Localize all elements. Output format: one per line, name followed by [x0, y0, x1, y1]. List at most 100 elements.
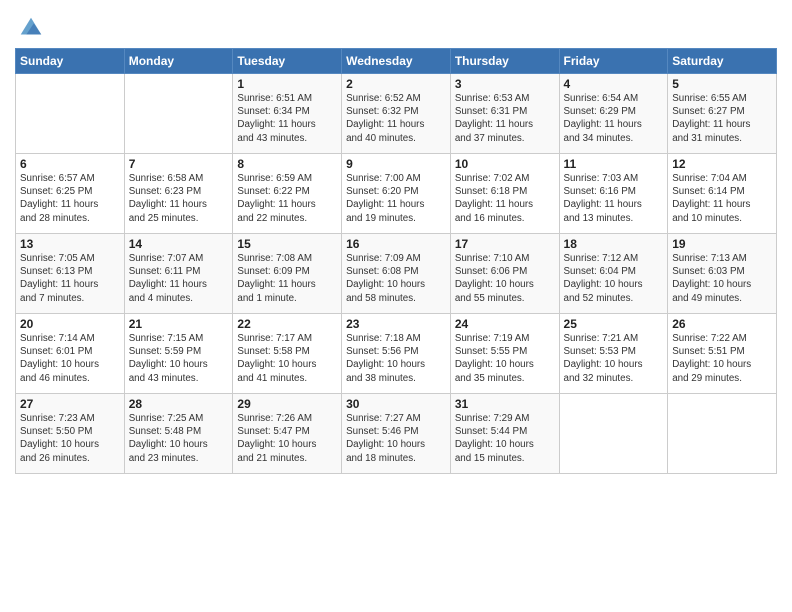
calendar-cell	[559, 394, 668, 474]
calendar-cell: 27Sunrise: 7:23 AM Sunset: 5:50 PM Dayli…	[16, 394, 125, 474]
calendar-cell: 23Sunrise: 7:18 AM Sunset: 5:56 PM Dayli…	[342, 314, 451, 394]
day-info: Sunrise: 7:23 AM Sunset: 5:50 PM Dayligh…	[20, 412, 120, 465]
calendar-cell: 16Sunrise: 7:09 AM Sunset: 6:08 PM Dayli…	[342, 234, 451, 314]
day-number: 20	[20, 317, 120, 331]
calendar-cell: 20Sunrise: 7:14 AM Sunset: 6:01 PM Dayli…	[16, 314, 125, 394]
calendar-week-row: 27Sunrise: 7:23 AM Sunset: 5:50 PM Dayli…	[16, 394, 777, 474]
day-info: Sunrise: 7:22 AM Sunset: 5:51 PM Dayligh…	[672, 332, 772, 385]
calendar-cell: 18Sunrise: 7:12 AM Sunset: 6:04 PM Dayli…	[559, 234, 668, 314]
day-number: 10	[455, 157, 555, 171]
day-number: 30	[346, 397, 446, 411]
day-info: Sunrise: 7:14 AM Sunset: 6:01 PM Dayligh…	[20, 332, 120, 385]
header-area	[15, 10, 777, 42]
calendar-cell	[124, 74, 233, 154]
day-info: Sunrise: 7:04 AM Sunset: 6:14 PM Dayligh…	[672, 172, 772, 225]
calendar-table: SundayMondayTuesdayWednesdayThursdayFrid…	[15, 48, 777, 474]
header-day: Sunday	[16, 49, 125, 74]
day-info: Sunrise: 7:25 AM Sunset: 5:48 PM Dayligh…	[129, 412, 229, 465]
calendar-cell: 5Sunrise: 6:55 AM Sunset: 6:27 PM Daylig…	[668, 74, 777, 154]
day-info: Sunrise: 7:00 AM Sunset: 6:20 PM Dayligh…	[346, 172, 446, 225]
day-info: Sunrise: 6:52 AM Sunset: 6:32 PM Dayligh…	[346, 92, 446, 145]
day-number: 14	[129, 237, 229, 251]
day-number: 16	[346, 237, 446, 251]
calendar-cell: 31Sunrise: 7:29 AM Sunset: 5:44 PM Dayli…	[450, 394, 559, 474]
day-number: 19	[672, 237, 772, 251]
header-day: Wednesday	[342, 49, 451, 74]
header-day: Tuesday	[233, 49, 342, 74]
calendar-cell: 6Sunrise: 6:57 AM Sunset: 6:25 PM Daylig…	[16, 154, 125, 234]
day-number: 11	[564, 157, 664, 171]
day-number: 5	[672, 77, 772, 91]
day-number: 23	[346, 317, 446, 331]
calendar-cell: 15Sunrise: 7:08 AM Sunset: 6:09 PM Dayli…	[233, 234, 342, 314]
calendar-cell: 12Sunrise: 7:04 AM Sunset: 6:14 PM Dayli…	[668, 154, 777, 234]
day-number: 7	[129, 157, 229, 171]
day-info: Sunrise: 6:58 AM Sunset: 6:23 PM Dayligh…	[129, 172, 229, 225]
calendar-cell: 13Sunrise: 7:05 AM Sunset: 6:13 PM Dayli…	[16, 234, 125, 314]
day-number: 12	[672, 157, 772, 171]
day-info: Sunrise: 7:29 AM Sunset: 5:44 PM Dayligh…	[455, 412, 555, 465]
calendar-cell: 22Sunrise: 7:17 AM Sunset: 5:58 PM Dayli…	[233, 314, 342, 394]
day-info: Sunrise: 6:51 AM Sunset: 6:34 PM Dayligh…	[237, 92, 337, 145]
day-info: Sunrise: 6:57 AM Sunset: 6:25 PM Dayligh…	[20, 172, 120, 225]
day-number: 4	[564, 77, 664, 91]
day-info: Sunrise: 7:27 AM Sunset: 5:46 PM Dayligh…	[346, 412, 446, 465]
header-day: Thursday	[450, 49, 559, 74]
day-number: 1	[237, 77, 337, 91]
day-info: Sunrise: 7:13 AM Sunset: 6:03 PM Dayligh…	[672, 252, 772, 305]
day-info: Sunrise: 7:21 AM Sunset: 5:53 PM Dayligh…	[564, 332, 664, 385]
calendar-week-row: 1Sunrise: 6:51 AM Sunset: 6:34 PM Daylig…	[16, 74, 777, 154]
day-number: 31	[455, 397, 555, 411]
day-number: 3	[455, 77, 555, 91]
calendar-week-row: 6Sunrise: 6:57 AM Sunset: 6:25 PM Daylig…	[16, 154, 777, 234]
calendar-cell: 19Sunrise: 7:13 AM Sunset: 6:03 PM Dayli…	[668, 234, 777, 314]
calendar-cell: 10Sunrise: 7:02 AM Sunset: 6:18 PM Dayli…	[450, 154, 559, 234]
calendar-cell: 21Sunrise: 7:15 AM Sunset: 5:59 PM Dayli…	[124, 314, 233, 394]
day-number: 22	[237, 317, 337, 331]
day-info: Sunrise: 7:09 AM Sunset: 6:08 PM Dayligh…	[346, 252, 446, 305]
day-number: 13	[20, 237, 120, 251]
day-number: 18	[564, 237, 664, 251]
day-info: Sunrise: 6:54 AM Sunset: 6:29 PM Dayligh…	[564, 92, 664, 145]
day-number: 28	[129, 397, 229, 411]
calendar-cell: 24Sunrise: 7:19 AM Sunset: 5:55 PM Dayli…	[450, 314, 559, 394]
day-info: Sunrise: 7:02 AM Sunset: 6:18 PM Dayligh…	[455, 172, 555, 225]
calendar-cell: 30Sunrise: 7:27 AM Sunset: 5:46 PM Dayli…	[342, 394, 451, 474]
calendar-cell: 17Sunrise: 7:10 AM Sunset: 6:06 PM Dayli…	[450, 234, 559, 314]
header-day: Monday	[124, 49, 233, 74]
calendar-cell: 9Sunrise: 7:00 AM Sunset: 6:20 PM Daylig…	[342, 154, 451, 234]
day-number: 27	[20, 397, 120, 411]
day-info: Sunrise: 6:55 AM Sunset: 6:27 PM Dayligh…	[672, 92, 772, 145]
day-number: 24	[455, 317, 555, 331]
day-number: 9	[346, 157, 446, 171]
calendar-cell: 14Sunrise: 7:07 AM Sunset: 6:11 PM Dayli…	[124, 234, 233, 314]
day-info: Sunrise: 7:12 AM Sunset: 6:04 PM Dayligh…	[564, 252, 664, 305]
calendar-cell: 29Sunrise: 7:26 AM Sunset: 5:47 PM Dayli…	[233, 394, 342, 474]
day-number: 2	[346, 77, 446, 91]
header-row: SundayMondayTuesdayWednesdayThursdayFrid…	[16, 49, 777, 74]
header-day: Saturday	[668, 49, 777, 74]
calendar-cell: 26Sunrise: 7:22 AM Sunset: 5:51 PM Dayli…	[668, 314, 777, 394]
calendar-cell	[668, 394, 777, 474]
day-number: 21	[129, 317, 229, 331]
page: SundayMondayTuesdayWednesdayThursdayFrid…	[0, 0, 792, 484]
day-info: Sunrise: 7:17 AM Sunset: 5:58 PM Dayligh…	[237, 332, 337, 385]
header-day: Friday	[559, 49, 668, 74]
calendar-cell: 7Sunrise: 6:58 AM Sunset: 6:23 PM Daylig…	[124, 154, 233, 234]
day-number: 29	[237, 397, 337, 411]
calendar-cell: 28Sunrise: 7:25 AM Sunset: 5:48 PM Dayli…	[124, 394, 233, 474]
calendar-week-row: 13Sunrise: 7:05 AM Sunset: 6:13 PM Dayli…	[16, 234, 777, 314]
day-info: Sunrise: 7:03 AM Sunset: 6:16 PM Dayligh…	[564, 172, 664, 225]
day-number: 6	[20, 157, 120, 171]
calendar-cell: 4Sunrise: 6:54 AM Sunset: 6:29 PM Daylig…	[559, 74, 668, 154]
day-info: Sunrise: 6:53 AM Sunset: 6:31 PM Dayligh…	[455, 92, 555, 145]
day-info: Sunrise: 7:05 AM Sunset: 6:13 PM Dayligh…	[20, 252, 120, 305]
logo	[15, 14, 45, 42]
calendar-cell: 3Sunrise: 6:53 AM Sunset: 6:31 PM Daylig…	[450, 74, 559, 154]
calendar-cell: 25Sunrise: 7:21 AM Sunset: 5:53 PM Dayli…	[559, 314, 668, 394]
day-info: Sunrise: 7:19 AM Sunset: 5:55 PM Dayligh…	[455, 332, 555, 385]
day-number: 8	[237, 157, 337, 171]
day-info: Sunrise: 6:59 AM Sunset: 6:22 PM Dayligh…	[237, 172, 337, 225]
logo-icon	[17, 14, 45, 42]
day-info: Sunrise: 7:15 AM Sunset: 5:59 PM Dayligh…	[129, 332, 229, 385]
